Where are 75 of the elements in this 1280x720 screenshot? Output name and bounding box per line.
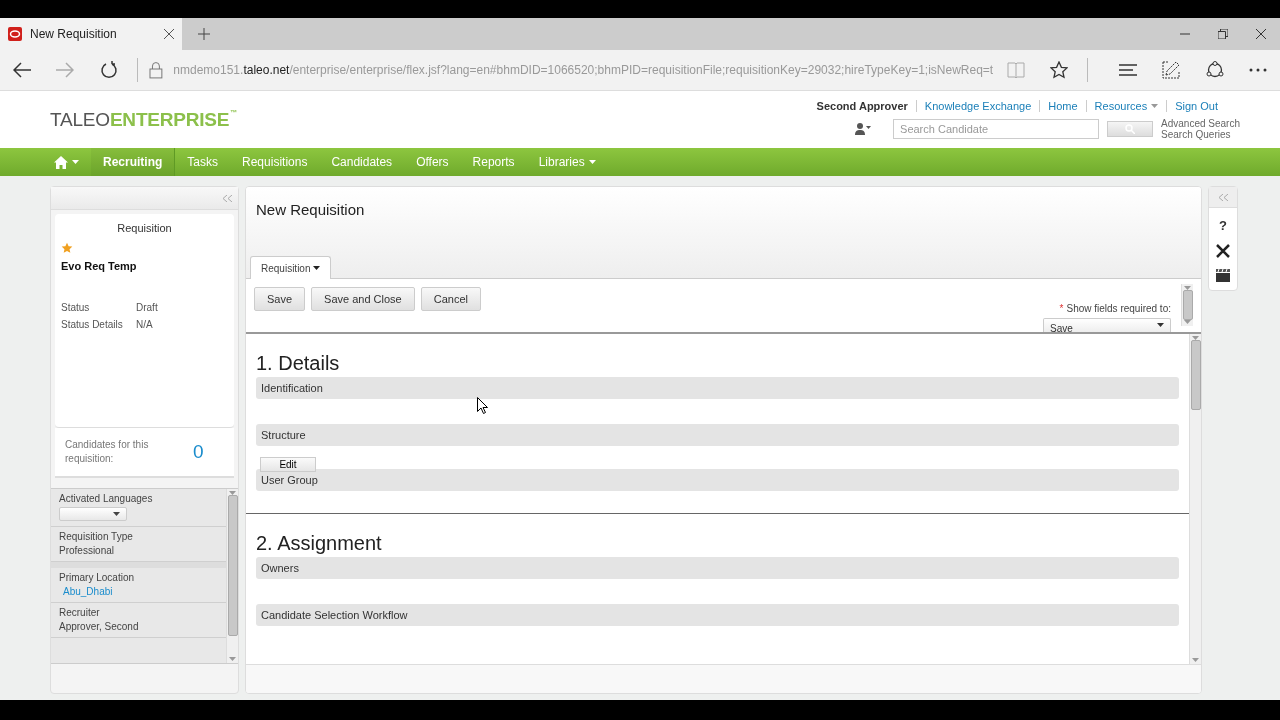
field-value: Approver, Second xyxy=(59,621,140,632)
plus-icon[interactable] xyxy=(198,28,210,40)
section-heading: 2. Assignment xyxy=(256,532,383,555)
scrollbar[interactable] xyxy=(1189,334,1201,664)
close-icon[interactable] xyxy=(1256,29,1266,39)
collapse-icon[interactable] xyxy=(223,194,232,202)
site-icon[interactable] xyxy=(8,27,22,41)
toolbar-button[interactable]: Save and Close xyxy=(311,287,415,311)
subsection-bar[interactable]: Structure xyxy=(256,424,1179,446)
field-label: Primary Location xyxy=(59,572,136,583)
field-value: N/A xyxy=(136,319,154,330)
caret-icon xyxy=(72,160,79,164)
section-heading: 1. Details xyxy=(256,352,341,375)
caret-icon xyxy=(313,266,321,270)
subsection-bar[interactable]: Owners xyxy=(256,557,1179,579)
candidates-count[interactable]: 0 xyxy=(193,441,204,463)
browser-tab[interactable]: New Requisition xyxy=(0,18,182,50)
field-value: Professional xyxy=(59,545,116,556)
lock-icon xyxy=(149,61,164,79)
subsection-bar[interactable]: Identification xyxy=(256,377,1179,399)
card-title: Requisition xyxy=(116,222,173,234)
restore-icon[interactable] xyxy=(1218,29,1228,39)
person-icon[interactable] xyxy=(855,122,872,135)
field-label: Requisition Type xyxy=(59,531,134,542)
scroll-thumb[interactable] xyxy=(1190,340,1201,411)
caret-icon xyxy=(1192,658,1199,662)
toolbar-button[interactable]: Save xyxy=(254,287,306,311)
required-label: * Show fields required to: xyxy=(1059,303,1171,314)
header-link[interactable]: Home xyxy=(1040,99,1087,112)
field-label: Activated Languages xyxy=(59,493,154,504)
home-icon[interactable] xyxy=(54,155,68,169)
caret-icon xyxy=(1157,323,1164,327)
help-link[interactable]: ? xyxy=(1219,218,1227,233)
candidates-label: Candidates for this requisition: xyxy=(65,438,150,466)
scroll-thumb[interactable] xyxy=(227,495,238,637)
edit-button[interactable]: Edit xyxy=(260,457,316,472)
scrollbar[interactable] xyxy=(1181,284,1193,326)
header-link[interactable]: Knowledge Exchange xyxy=(916,99,1041,112)
menu-icon[interactable] xyxy=(1118,64,1137,76)
requisition-name: Evo Req Temp xyxy=(61,260,138,272)
scroll-thumb[interactable] xyxy=(1182,290,1193,320)
required-dropdown[interactable]: Save xyxy=(1043,318,1171,332)
star-icon[interactable] xyxy=(1050,61,1069,79)
caret-icon xyxy=(229,657,236,661)
mouse-cursor-icon xyxy=(477,397,488,414)
reload-icon[interactable] xyxy=(99,61,118,79)
field-value: Draft xyxy=(136,302,159,313)
back-icon[interactable] xyxy=(12,62,31,78)
page-title: New Requisition xyxy=(255,201,366,218)
collapse-icon[interactable] xyxy=(1218,193,1228,201)
search-link[interactable]: Search Queries xyxy=(1161,128,1240,140)
caret-icon xyxy=(113,512,120,516)
scrollbar[interactable] xyxy=(226,489,238,663)
clapperboard-icon[interactable] xyxy=(1216,269,1230,282)
search-field[interactable]: Search Candidate xyxy=(893,118,1100,139)
search-link[interactable]: Advanced Search xyxy=(1161,117,1240,129)
header-link[interactable]: Resources xyxy=(1086,99,1168,112)
forward-icon[interactable] xyxy=(56,62,75,78)
caret-icon xyxy=(588,160,596,164)
subsection-bar[interactable]: User Group xyxy=(256,469,1179,491)
field-label: Recruiter xyxy=(59,607,101,618)
tab-title: New Requisition xyxy=(30,27,118,41)
search-icon xyxy=(1125,123,1136,134)
field-label: Status xyxy=(61,302,91,313)
pen-icon[interactable] xyxy=(1162,61,1181,79)
toolbar-button[interactable]: Cancel xyxy=(420,287,481,311)
caret-icon xyxy=(1151,103,1159,108)
more-icon[interactable] xyxy=(1249,68,1268,72)
user-name: Second Approver xyxy=(816,99,917,112)
requisition-tab[interactable]: Requisition xyxy=(250,256,332,279)
share-icon[interactable] xyxy=(1205,61,1224,79)
header-link[interactable]: Sign Out xyxy=(1167,99,1218,112)
subsection-bar[interactable]: Candidate Selection Workflow xyxy=(256,604,1179,626)
close-icon[interactable] xyxy=(164,29,174,39)
field-label: Status Details xyxy=(61,319,124,330)
